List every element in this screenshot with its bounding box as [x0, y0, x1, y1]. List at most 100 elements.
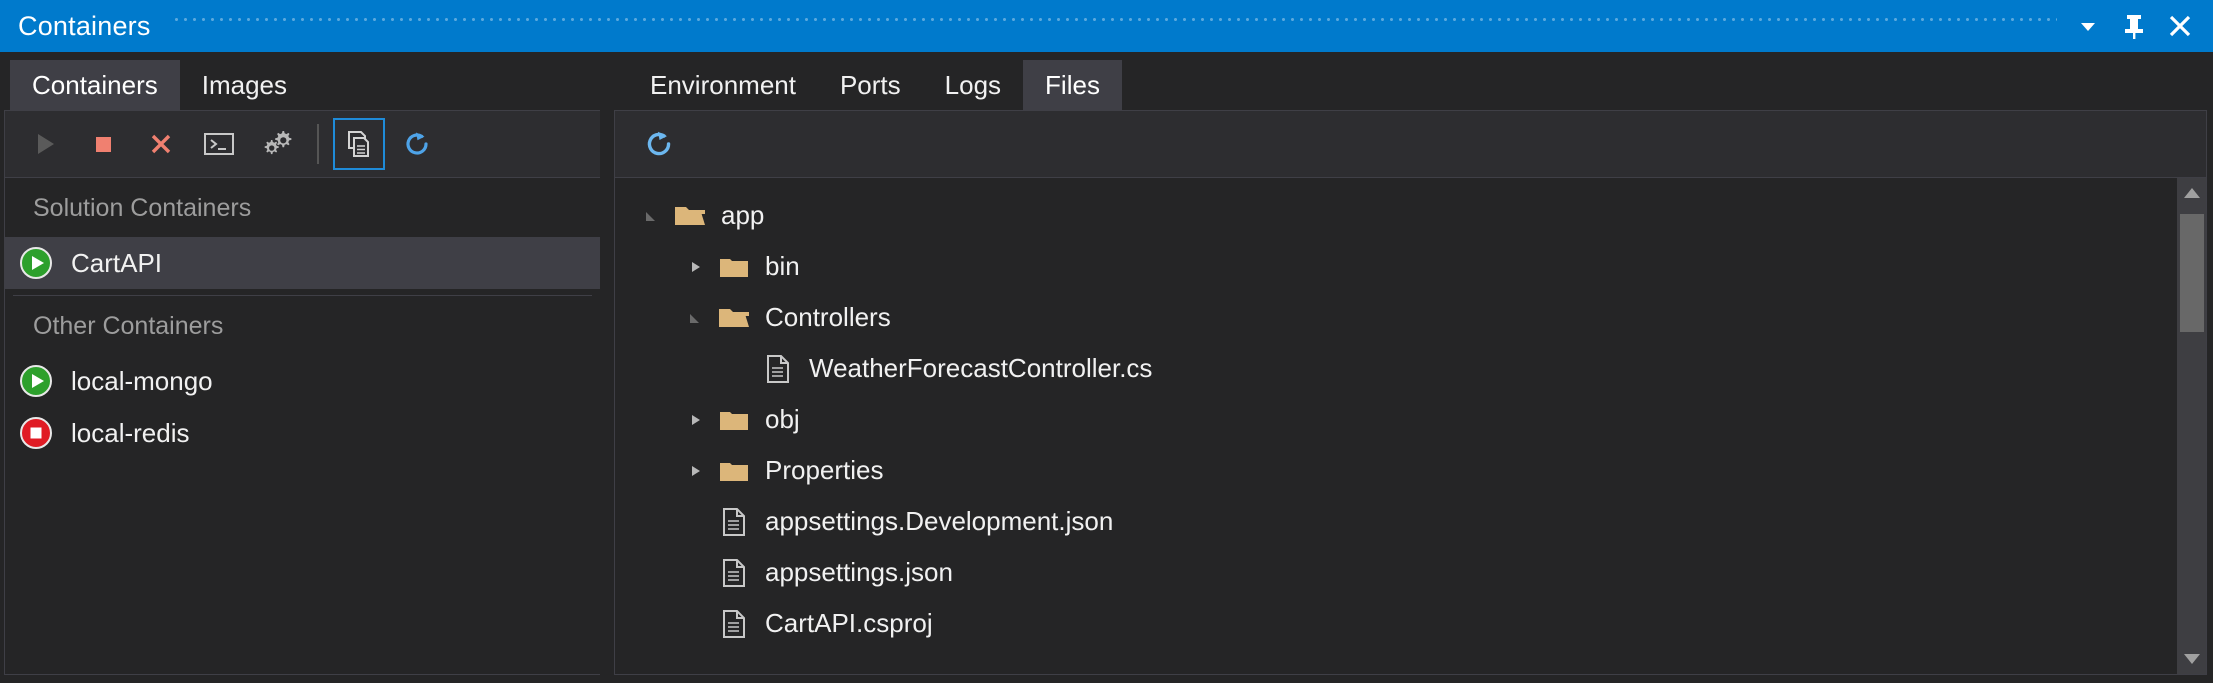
refresh-icon: [647, 131, 671, 156]
folder-open-icon: [717, 305, 751, 331]
copy-files-icon: [348, 131, 369, 157]
container-name: local-mongo: [71, 365, 213, 396]
pin-icon: [2125, 15, 2143, 39]
tab-ports-label: Ports: [839, 69, 901, 100]
containers-tool-window: Containers Containers Images Solution Co…: [0, 0, 2213, 683]
tab-images[interactable]: Images: [180, 60, 309, 110]
folder-closed-icon: [717, 407, 751, 433]
tab-environment-label: Environment: [650, 69, 796, 100]
details-tabstrip: Environment Ports Logs Files: [614, 52, 2207, 110]
tab-files-label: Files: [1045, 69, 1100, 100]
remove-button[interactable]: [135, 118, 187, 170]
file-tree-container: app bin Controllers WeatherForecastContr…: [614, 178, 2207, 675]
scroll-down-button[interactable]: [2177, 644, 2207, 674]
container-name: local-redis: [71, 417, 190, 448]
terminal-icon: [204, 133, 234, 155]
refresh-icon: [406, 132, 428, 155]
container-row-cartapi[interactable]: CartAPI: [5, 237, 600, 289]
tree-node-label: obj: [765, 404, 800, 434]
window-title: Containers: [18, 10, 151, 41]
window-dropdown-button[interactable]: [2065, 3, 2111, 49]
start-button[interactable]: [19, 118, 71, 170]
settings-button[interactable]: [251, 118, 303, 170]
vertical-scrollbar[interactable]: [2176, 178, 2206, 674]
tab-containers[interactable]: Containers: [10, 60, 180, 110]
tree-row[interactable]: Properties: [615, 445, 2176, 496]
tab-containers-label: Containers: [32, 69, 158, 100]
files-toolbar: [614, 110, 2207, 178]
running-status-icon: [20, 365, 52, 397]
tab-files[interactable]: Files: [1023, 60, 1122, 110]
title-bar: Containers: [0, 0, 2213, 52]
file-tree: app bin Controllers WeatherForecastContr…: [615, 178, 2176, 674]
tree-row[interactable]: CartAPI.csproj: [615, 598, 2176, 649]
scrollbar-thumb[interactable]: [2179, 214, 2204, 332]
file-icon: [761, 354, 795, 384]
file-icon: [717, 609, 751, 639]
tree-row[interactable]: bin: [615, 241, 2176, 292]
group-header-solution-containers: Solution Containers: [33, 194, 252, 222]
tree-row[interactable]: WeatherForecastController.cs: [615, 343, 2176, 394]
pane-splitter[interactable]: [600, 52, 614, 675]
toolbar-divider: [317, 124, 319, 164]
tab-environment[interactable]: Environment: [628, 60, 818, 110]
refresh-button[interactable]: [391, 118, 443, 170]
tab-ports[interactable]: Ports: [818, 60, 923, 110]
tree-row[interactable]: Controllers: [615, 292, 2176, 343]
files-refresh-button[interactable]: [633, 118, 685, 170]
expanded-twisty-icon[interactable]: [629, 208, 673, 224]
containers-pane: Containers Images Solution Containers Ca…: [0, 52, 600, 675]
collapsed-twisty-icon[interactable]: [673, 412, 717, 428]
collapsed-twisty-icon[interactable]: [673, 463, 717, 479]
tree-node-label: Controllers: [765, 302, 891, 332]
tree-node-label: WeatherForecastController.cs: [809, 353, 1153, 383]
file-icon: [717, 558, 751, 588]
containers-list: Solution Containers CartAPI Other Contai…: [4, 178, 600, 675]
window-body: Containers Images Solution Containers Ca…: [0, 52, 2213, 683]
auto-hide-button[interactable]: [2111, 3, 2157, 49]
scrollbar-track[interactable]: [2177, 208, 2207, 644]
container-row-local-mongo[interactable]: local-mongo: [5, 355, 600, 407]
files-view-button[interactable]: [333, 118, 385, 170]
running-status-icon: [20, 247, 52, 279]
close-icon: [2169, 15, 2191, 37]
tab-logs[interactable]: Logs: [923, 60, 1023, 110]
collapsed-twisty-icon[interactable]: [673, 259, 717, 275]
window-drag-grip[interactable]: [174, 0, 2057, 52]
stop-icon: [96, 137, 111, 152]
window-controls: [2065, 3, 2213, 49]
folder-closed-icon: [717, 458, 751, 484]
scroll-up-icon: [2183, 188, 2200, 198]
container-row-local-redis[interactable]: local-redis: [5, 407, 600, 459]
tree-row[interactable]: app: [615, 190, 2176, 241]
folder-closed-icon: [717, 254, 751, 280]
gears-icon: [264, 131, 292, 155]
expanded-twisty-icon[interactable]: [673, 310, 717, 326]
containers-toolbar: [4, 110, 600, 178]
tree-row[interactable]: appsettings.Development.json: [615, 496, 2176, 547]
tree-node-label: CartAPI.csproj: [765, 608, 933, 638]
chevron-down-icon: [2081, 23, 2095, 31]
scroll-down-icon: [2183, 654, 2200, 664]
play-icon: [38, 134, 54, 154]
close-x-icon: [151, 134, 171, 154]
tree-row[interactable]: appsettings.json: [615, 547, 2176, 598]
tree-node-label: Properties: [765, 455, 884, 485]
scroll-up-button[interactable]: [2177, 178, 2207, 208]
tree-row[interactable]: obj: [615, 394, 2176, 445]
file-icon: [717, 507, 751, 537]
folder-open-icon: [673, 203, 707, 229]
tree-node-label: bin: [765, 251, 800, 281]
tree-node-label: appsettings.json: [765, 557, 953, 587]
stop-button[interactable]: [77, 118, 129, 170]
tab-images-label: Images: [201, 69, 287, 100]
details-pane: Environment Ports Logs Files app bin Con…: [614, 52, 2213, 675]
stopped-status-icon: [20, 417, 52, 449]
group-header-other-containers: Other Containers: [33, 312, 224, 340]
tree-node-label: app: [721, 200, 765, 230]
close-button[interactable]: [2157, 3, 2203, 49]
terminal-button[interactable]: [193, 118, 245, 170]
tab-logs-label: Logs: [944, 69, 1002, 100]
container-name: CartAPI: [71, 247, 163, 278]
left-tabstrip: Containers Images: [0, 52, 600, 110]
